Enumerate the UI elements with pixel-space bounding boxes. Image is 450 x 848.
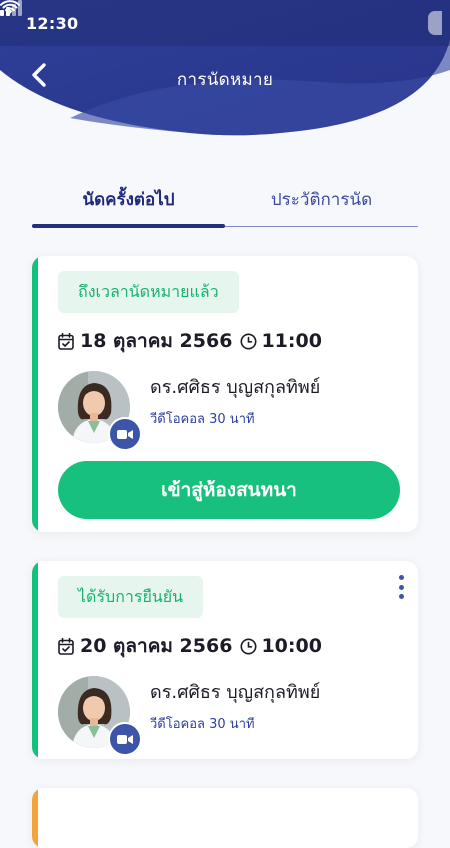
more-vertical-icon	[398, 575, 404, 580]
appointment-card[interactable]: ถึงเวลานัดหมายแล้ว 18 ตุลาคม 2566 11:00	[32, 256, 418, 532]
clock-icon	[240, 333, 257, 349]
calendar-check-icon	[58, 332, 74, 350]
video-camera-icon	[117, 429, 133, 439]
tab-history[interactable]: ประวัติการนัด	[225, 180, 418, 226]
clock-icon	[240, 638, 257, 654]
enter-chat-room-button[interactable]: เข้าสู่ห้องสนทนา	[58, 461, 400, 519]
video-call-badge	[108, 417, 142, 451]
appointment-datetime: 20 ตุลาคม 2566 10:00	[58, 631, 322, 661]
doctor-name: ดร.ศศิธร บุญสกุลทิพย์	[150, 377, 321, 398]
tab-upcoming[interactable]: นัดครั้งต่อไป	[32, 180, 225, 228]
status-badge: ได้รับการยืนยัน	[58, 576, 204, 618]
appointment-date: 20 ตุลาคม 2566	[80, 635, 233, 657]
call-duration: วีดีโอคอล 30 นาที	[150, 412, 255, 427]
more-options-button[interactable]	[392, 573, 410, 601]
video-call-badge	[108, 722, 142, 756]
app-header: 12:30 การนัดหมาย	[0, 0, 450, 140]
doctor-avatar-wrap	[58, 676, 142, 756]
battery-icon	[428, 11, 442, 35]
page-title: การนัดหมาย	[176, 70, 274, 90]
call-duration: วีดีโอคอล 30 นาที	[150, 717, 255, 732]
doctor-name: ดร.ศศิธร บุญสกุลทิพย์	[150, 682, 321, 703]
appointment-datetime: 18 ตุลาคม 2566 11:00	[58, 326, 322, 356]
appointment-time: 10:00	[261, 635, 322, 657]
signal-icon	[0, 0, 22, 16]
appointment-card[interactable]: ได้รับการยืนยัน 20 ตุลาคม 2566 10:00 ดร.…	[32, 561, 418, 759]
calendar-check-icon	[58, 637, 74, 655]
status-bar: 12:30	[0, 0, 450, 46]
status-time: 12:30	[26, 13, 79, 33]
tab-bar: นัดครั้งต่อไป ประวัติการนัด	[32, 180, 418, 228]
appointment-time: 11:00	[261, 330, 322, 352]
video-camera-icon	[117, 734, 133, 744]
status-badge: ถึงเวลานัดหมายแล้ว	[58, 271, 239, 313]
appointment-date: 18 ตุลาคม 2566	[80, 330, 233, 352]
appointment-card[interactable]	[32, 788, 418, 848]
doctor-avatar-wrap	[58, 371, 142, 451]
